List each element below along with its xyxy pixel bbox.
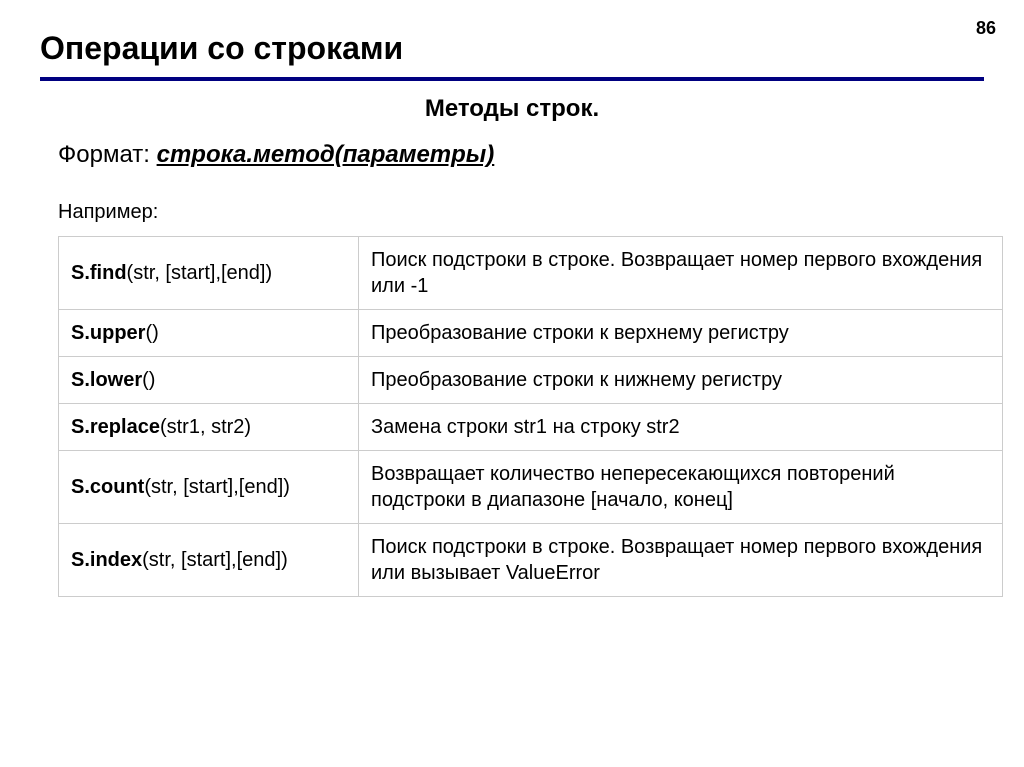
method-args: (str, [start],[end]) [127,262,273,284]
example-label: Например: [40,201,984,224]
desc-cell: Возвращает количество непересекающихся п… [359,451,1003,524]
table-row: S.count(str, [start],[end]) Возвращает к… [59,451,1003,524]
format-line: Формат: строка.метод(параметры) [40,141,984,169]
method-name: S.count [71,476,144,498]
desc-cell: Преобразование строки к нижнему регистру [359,357,1003,404]
method-cell: S.upper() [59,310,359,357]
methods-table: S.find(str, [start],[end]) Поиск подстро… [58,236,1003,597]
method-cell: S.count(str, [start],[end]) [59,451,359,524]
table-row: S.index(str, [start],[end]) Поиск подстр… [59,524,1003,597]
method-args: () [145,322,158,344]
subtitle: Методы строк. [40,95,984,123]
method-args: () [142,369,155,391]
desc-cell: Поиск подстроки в строке. Возвращает ном… [359,524,1003,597]
format-value: строка.метод(параметры) [157,141,495,168]
method-name: S.lower [71,369,142,391]
table-row: S.find(str, [start],[end]) Поиск подстро… [59,237,1003,310]
method-name: S.upper [71,322,145,344]
table-row: S.lower() Преобразование строки к нижнем… [59,357,1003,404]
method-cell: S.index(str, [start],[end]) [59,524,359,597]
method-args: (str, [start],[end]) [142,549,288,571]
method-cell: S.find(str, [start],[end]) [59,237,359,310]
method-cell: S.replace(str1, str2) [59,404,359,451]
desc-cell: Преобразование строки к верхнему регистр… [359,310,1003,357]
table-row: S.upper() Преобразование строки к верхне… [59,310,1003,357]
format-label: Формат: [58,141,157,168]
method-args: (str1, str2) [160,416,251,438]
method-name: S.replace [71,416,160,438]
method-args: (str, [start],[end]) [144,476,290,498]
page-title: Операции со строками [40,30,984,81]
method-name: S.index [71,549,142,571]
method-cell: S.lower() [59,357,359,404]
page-number: 86 [976,18,996,39]
desc-cell: Замена строки str1 на строку str2 [359,404,1003,451]
method-name: S.find [71,262,127,284]
desc-cell: Поиск подстроки в строке. Возвращает ном… [359,237,1003,310]
table-row: S.replace(str1, str2) Замена строки str1… [59,404,1003,451]
